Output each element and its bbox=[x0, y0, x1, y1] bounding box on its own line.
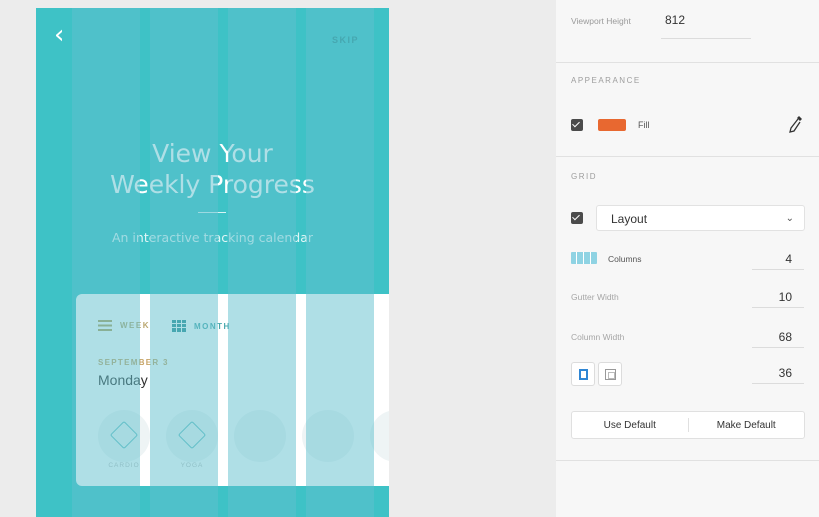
input-underline bbox=[752, 269, 804, 270]
uniform-margin-icon bbox=[579, 369, 588, 380]
design-canvas[interactable]: ‹ SKIP View Your Weekly Progress An inte… bbox=[0, 0, 556, 517]
week-toggle[interactable]: WEEK bbox=[98, 320, 150, 331]
day-caption: CARDIO bbox=[108, 462, 140, 469]
viewport-height-input[interactable]: 812 bbox=[665, 13, 685, 27]
columns-icon bbox=[571, 252, 597, 264]
month-toggle[interactable]: MONTH bbox=[172, 320, 231, 332]
day-circle[interactable] bbox=[370, 410, 389, 462]
grid-section-title: GRID bbox=[571, 172, 597, 181]
different-margins-button[interactable] bbox=[598, 362, 622, 386]
hero-subtitle: An interactive tracking calendar bbox=[111, 230, 313, 245]
margin-input[interactable]: 36 bbox=[752, 366, 792, 380]
gutter-width-label: Gutter Width bbox=[571, 292, 619, 302]
day-label: Monday bbox=[98, 372, 148, 388]
fill-label: Fill bbox=[638, 120, 650, 130]
fill-color-swatch[interactable] bbox=[598, 119, 626, 131]
hero-divider bbox=[198, 212, 226, 213]
hero-title-line1: View Your bbox=[152, 139, 273, 168]
property-inspector: Viewport Height 812 APPEARANCE Fill GRID… bbox=[556, 0, 819, 517]
column-width-label: Column Width bbox=[571, 332, 625, 342]
day-circle-cardio[interactable]: CARDIO bbox=[98, 410, 150, 469]
skip-button[interactable]: SKIP bbox=[332, 35, 359, 45]
month-label: MONTH bbox=[194, 321, 231, 331]
input-underline bbox=[752, 347, 804, 348]
section-divider bbox=[556, 460, 819, 461]
grid-type-value: Layout bbox=[611, 212, 648, 226]
list-icon bbox=[98, 320, 112, 331]
artboard[interactable]: ‹ SKIP View Your Weekly Progress An inte… bbox=[36, 8, 389, 517]
columns-input[interactable]: 4 bbox=[752, 252, 792, 266]
fill-checkbox[interactable] bbox=[571, 119, 583, 131]
column-width-input[interactable]: 68 bbox=[752, 330, 792, 344]
use-default-button[interactable]: Use Default bbox=[572, 412, 688, 438]
hero-title-line2: Weekly Progress bbox=[110, 170, 315, 199]
day-circle-yoga[interactable]: YOGA bbox=[166, 410, 218, 469]
viewport-height-row: Viewport Height 812 bbox=[571, 13, 811, 39]
make-default-button[interactable]: Make Default bbox=[689, 412, 805, 438]
columns-label: Columns bbox=[608, 254, 642, 264]
grid-checkbox[interactable] bbox=[571, 212, 583, 224]
custom-margin-icon bbox=[605, 369, 616, 380]
date-label: SEPTEMBER 3 bbox=[98, 358, 169, 367]
input-underline bbox=[661, 38, 751, 39]
activity-diamond-icon bbox=[177, 420, 207, 450]
chevron-left-icon[interactable]: ‹ bbox=[54, 22, 64, 48]
eyedropper-icon[interactable] bbox=[788, 114, 804, 134]
default-buttons: Use Default Make Default bbox=[571, 411, 805, 439]
calendar-card[interactable]: WEEK MONTH SEPTEMBER 3 Monday CARDIO YOG… bbox=[76, 294, 389, 486]
day-circle[interactable] bbox=[234, 410, 286, 462]
hero-title: View Your Weekly Progress bbox=[36, 138, 389, 200]
section-divider bbox=[556, 62, 819, 63]
link-margins-button[interactable] bbox=[571, 362, 595, 386]
calendar-grid-icon bbox=[172, 320, 186, 332]
input-underline bbox=[752, 307, 804, 308]
activity-diamond-icon bbox=[109, 420, 139, 450]
chevron-down-icon: ⌄ bbox=[785, 213, 794, 224]
viewport-height-label: Viewport Height bbox=[571, 16, 631, 26]
appearance-section-title: APPEARANCE bbox=[571, 76, 641, 85]
day-caption: YOGA bbox=[180, 462, 204, 469]
week-label: WEEK bbox=[120, 321, 150, 330]
input-underline bbox=[752, 383, 804, 384]
section-divider bbox=[556, 156, 819, 157]
grid-type-dropdown[interactable]: Layout ⌄ bbox=[596, 205, 805, 231]
gutter-width-input[interactable]: 10 bbox=[752, 290, 792, 304]
day-circle[interactable] bbox=[302, 410, 354, 462]
